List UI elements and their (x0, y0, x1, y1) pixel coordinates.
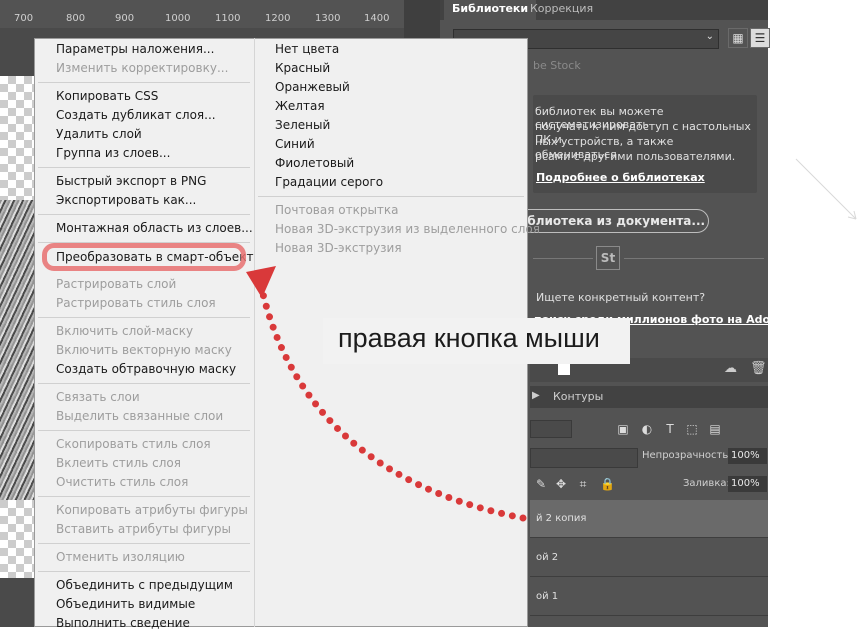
dotted-arrow (246, 266, 527, 522)
arrow-head-icon (246, 266, 276, 298)
callout-text: правая кнопка мыши (338, 323, 600, 353)
